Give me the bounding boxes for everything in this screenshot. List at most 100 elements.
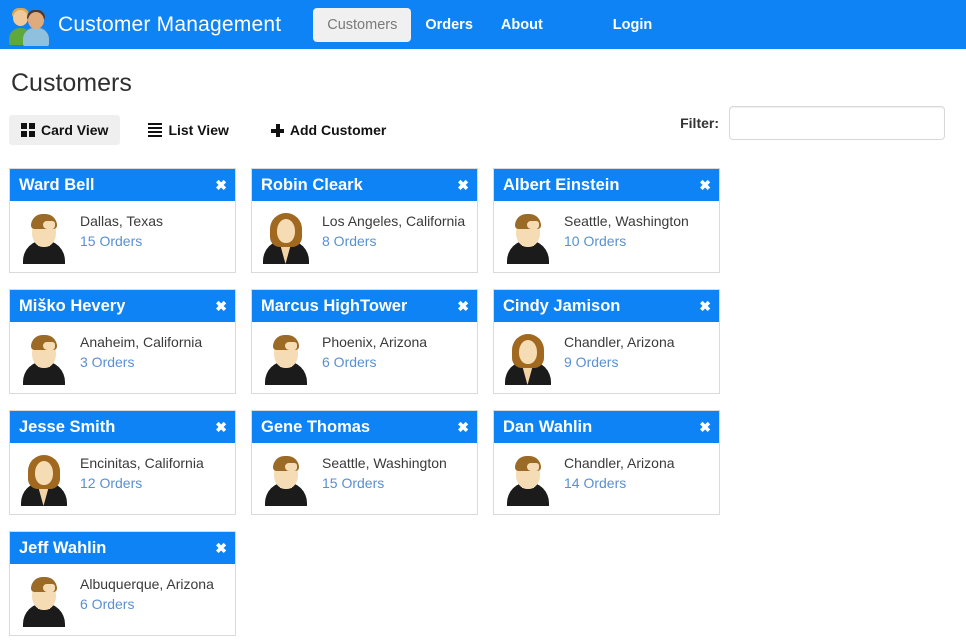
- close-icon[interactable]: ✖: [693, 178, 711, 192]
- customer-info: Albuquerque, Arizona6 Orders: [80, 572, 214, 627]
- avatar: [504, 451, 552, 506]
- top-navbar: Customer Management Customers Orders Abo…: [0, 0, 966, 49]
- customer-location: Chandler, Arizona: [564, 453, 675, 473]
- customer-name: Gene Thomas: [261, 418, 370, 437]
- customer-card: Marcus HighTower ✖ Phoenix, Arizona6 Order…: [251, 289, 478, 394]
- add-customer-label: Add Customer: [290, 122, 386, 138]
- customer-name: Albert Einstein: [503, 176, 619, 195]
- customer-name: Jesse Smith: [19, 418, 115, 437]
- customer-location: Phoenix, Arizona: [322, 332, 427, 352]
- customer-card-header: Jesse Smith ✖: [10, 411, 235, 443]
- close-icon[interactable]: ✖: [209, 541, 227, 555]
- grid-icon: [21, 123, 35, 137]
- customer-card-body: Anaheim, California3 Orders: [10, 322, 235, 393]
- customer-card-body: Seattle, Washington15 Orders: [252, 443, 477, 514]
- close-icon[interactable]: ✖: [451, 178, 469, 192]
- customer-orders-link[interactable]: 9 Orders: [564, 352, 675, 372]
- close-icon[interactable]: ✖: [693, 420, 711, 434]
- nav-item-about[interactable]: About: [487, 8, 557, 42]
- customer-location: Chandler, Arizona: [564, 332, 675, 352]
- customer-orders-link[interactable]: 3 Orders: [80, 352, 202, 372]
- customer-name: Jeff Wahlin: [19, 539, 106, 558]
- nav-item-login[interactable]: Login: [599, 8, 666, 42]
- customer-name: Ward Bell: [19, 176, 94, 195]
- customer-location: Los Angeles, California: [322, 211, 465, 231]
- customer-card-header: Cindy Jamison ✖: [494, 290, 719, 322]
- close-icon[interactable]: ✖: [451, 299, 469, 313]
- customer-info: Chandler, Arizona14 Orders: [564, 451, 675, 506]
- nav-items: Customers Orders About Login: [313, 8, 666, 42]
- customer-card-header: Robin Cleark✖: [252, 169, 477, 201]
- customer-info: Encinitas, California12 Orders: [80, 451, 204, 506]
- avatar: [20, 451, 68, 506]
- filter-label: Filter:: [680, 115, 719, 131]
- page-title: Customers: [11, 69, 957, 98]
- customer-card: Dan Wahlin✖ Chandler, Arizona14 Orders: [493, 410, 720, 515]
- customer-card-header: Miško Hevery ✖: [10, 290, 235, 322]
- customer-name: Miško Hevery: [19, 297, 125, 316]
- customer-card-body: Chandler, Arizona9 Orders: [494, 322, 719, 393]
- customer-name: Marcus HighTower: [261, 297, 407, 316]
- avatar: [504, 209, 552, 264]
- filter-input[interactable]: [729, 106, 945, 140]
- close-icon[interactable]: ✖: [693, 299, 711, 313]
- close-icon[interactable]: ✖: [209, 420, 227, 434]
- card-view-label: Card View: [41, 122, 108, 138]
- customer-card: Robin Cleark✖ Los Angeles, California8 Or…: [251, 168, 478, 273]
- list-view-button[interactable]: List View: [136, 115, 240, 145]
- close-icon[interactable]: ✖: [451, 420, 469, 434]
- avatar: [20, 330, 68, 385]
- customer-card-body: Albuquerque, Arizona6 Orders: [10, 564, 235, 635]
- customer-info: Seattle, Washington15 Orders: [322, 451, 447, 506]
- customer-location: Encinitas, California: [80, 453, 204, 473]
- add-customer-button[interactable]: Add Customer: [259, 115, 398, 145]
- customer-location: Seattle, Washington: [322, 453, 447, 473]
- customer-card-header: Gene Thomas ✖: [252, 411, 477, 443]
- customer-card-body: Phoenix, Arizona6 Orders: [252, 322, 477, 393]
- customer-card-header: Marcus HighTower ✖: [252, 290, 477, 322]
- customer-info: Los Angeles, California8 Orders: [322, 209, 465, 264]
- customer-card-body: Seattle, Washington10 Orders: [494, 201, 719, 272]
- customer-card-body: Los Angeles, California8 Orders: [252, 201, 477, 272]
- customer-info: Chandler, Arizona9 Orders: [564, 330, 675, 385]
- customer-orders-link[interactable]: 15 Orders: [80, 231, 163, 251]
- customer-card: Albert Einstein ✖ Seattle, Washington10 Or…: [493, 168, 720, 273]
- avatar: [20, 572, 68, 627]
- brand-title: Customer Management: [58, 13, 281, 37]
- close-icon[interactable]: ✖: [209, 299, 227, 313]
- customer-location: Seattle, Washington: [564, 211, 689, 231]
- customer-location: Anaheim, California: [80, 332, 202, 352]
- customer-location: Albuquerque, Arizona: [80, 574, 214, 594]
- customer-name: Cindy Jamison: [503, 297, 620, 316]
- close-icon[interactable]: ✖: [209, 178, 227, 192]
- avatar: [504, 330, 552, 385]
- customer-orders-link[interactable]: 6 Orders: [80, 594, 214, 614]
- customer-card: Miško Hevery ✖ Anaheim, California3 Orders: [9, 289, 236, 394]
- customer-card-header: Ward Bell ✖: [10, 169, 235, 201]
- avatar: [262, 209, 310, 264]
- customer-card: Gene Thomas ✖ Seattle, Washington15 Orders: [251, 410, 478, 515]
- nav-item-orders[interactable]: Orders: [411, 8, 487, 42]
- avatar: [262, 451, 310, 506]
- customer-card-header: Jeff Wahlin ✖: [10, 532, 235, 564]
- nav-item-customers[interactable]: Customers: [313, 8, 411, 42]
- two-people-icon: [8, 4, 50, 46]
- customer-orders-link[interactable]: 12 Orders: [80, 473, 204, 493]
- customer-orders-link[interactable]: 15 Orders: [322, 473, 447, 493]
- customer-orders-link[interactable]: 10 Orders: [564, 231, 689, 251]
- customer-orders-link[interactable]: 8 Orders: [322, 231, 465, 251]
- customer-card-body: Encinitas, California12 Orders: [10, 443, 235, 514]
- customer-orders-link[interactable]: 6 Orders: [322, 352, 427, 372]
- list-view-label: List View: [168, 122, 228, 138]
- customer-card-header: Dan Wahlin✖: [494, 411, 719, 443]
- customer-orders-link[interactable]: 14 Orders: [564, 473, 675, 493]
- customer-card-grid: Ward Bell✖Dallas, Texas15 OrdersRobin Cl…: [9, 168, 957, 636]
- customer-card-header: Albert Einstein ✖: [494, 169, 719, 201]
- customer-card: Cindy Jamison ✖ Chandler, Arizona9 Orders: [493, 289, 720, 394]
- card-view-button[interactable]: Card View: [9, 115, 120, 145]
- customer-info: Seattle, Washington10 Orders: [564, 209, 689, 264]
- customer-card: Jesse Smith ✖ Encinitas, California12 Orde…: [9, 410, 236, 515]
- customer-card: Ward Bell ✖ Dallas, Texas15 Orders: [9, 168, 236, 273]
- customer-location: Dallas, Texas: [80, 211, 163, 231]
- customer-card: Jeff Wahlin ✖ Albuquerque, Arizona6 Orders: [9, 531, 236, 636]
